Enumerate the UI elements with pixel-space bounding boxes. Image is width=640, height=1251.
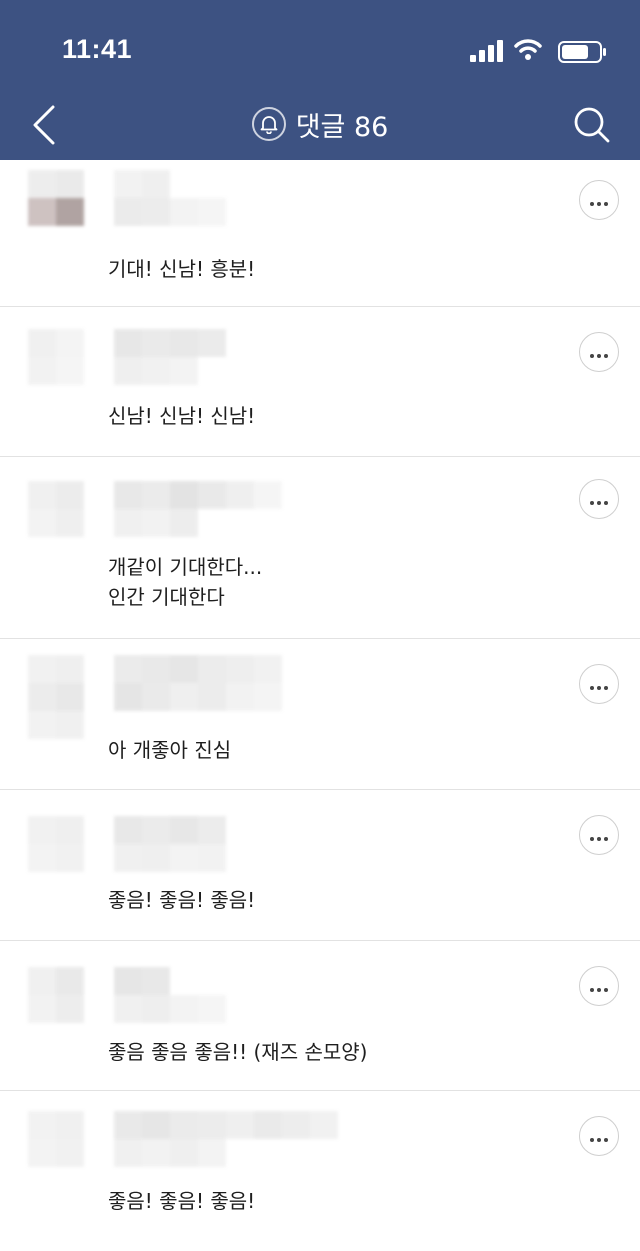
comment-item: 좋음 좋음 좋음!! (재즈 손모양) xyxy=(0,941,640,1091)
more-options-button[interactable] xyxy=(579,180,619,220)
more-horizontal-icon xyxy=(589,1127,610,1146)
status-time: 11:41 xyxy=(62,34,133,64)
header-bar: 11:41 댓글 86 xyxy=(0,0,640,160)
battery-icon xyxy=(558,41,606,63)
search-icon xyxy=(574,107,610,143)
more-horizontal-icon xyxy=(589,191,610,210)
comment-text: 좋음 좋음 좋음!! (재즈 손모양) xyxy=(108,1040,368,1064)
comment-text: 좋음! 좋음! 좋음! xyxy=(108,1189,256,1213)
comment-item: 좋음! 좋음! 좋음! xyxy=(0,1091,640,1251)
more-options-button[interactable] xyxy=(579,966,619,1006)
title-group: 댓글 86 xyxy=(0,95,640,153)
more-options-button[interactable] xyxy=(579,664,619,704)
wifi-icon xyxy=(514,39,542,60)
status-bar: 11:41 xyxy=(0,0,640,95)
comment-text: 신남! 신남! 신남! xyxy=(108,404,256,428)
more-horizontal-icon xyxy=(589,826,610,845)
comment-item: 아 개좋아 진심 xyxy=(0,639,640,790)
more-options-button[interactable] xyxy=(579,1116,619,1156)
more-options-button[interactable] xyxy=(579,815,619,855)
comment-text: 좋음! 좋음! 좋음! xyxy=(108,888,256,912)
more-horizontal-icon xyxy=(589,343,610,362)
comment-text: 개같이 기대한다... 인간 기대한다 xyxy=(108,555,263,609)
more-horizontal-icon xyxy=(589,977,610,996)
signal-icon xyxy=(470,40,503,62)
search-button[interactable] xyxy=(568,101,616,149)
more-options-button[interactable] xyxy=(579,332,619,372)
bell-icon[interactable] xyxy=(251,107,286,141)
more-options-button[interactable] xyxy=(579,479,619,519)
comment-item: 좋음! 좋음! 좋음! xyxy=(0,790,640,941)
bell-glyph xyxy=(260,116,278,134)
comment-item: 기대! 신남! 흥분! xyxy=(0,160,640,307)
comment-text: 기대! 신남! 흥분! xyxy=(108,257,256,281)
comment-item: 신남! 신남! 신남! xyxy=(0,307,640,457)
more-horizontal-icon xyxy=(589,490,610,509)
more-horizontal-icon xyxy=(589,675,610,694)
comment-item: 개같이 기대한다... 인간 기대한다 xyxy=(0,457,640,639)
nav-bar: 댓글 86 xyxy=(0,95,640,160)
comment-text: 아 개좋아 진심 xyxy=(108,738,232,762)
comment-list: 기대! 신남! 흥분! 신남! 신남! 신남! 개같이 기대한다... 인간 기… xyxy=(0,160,640,1251)
page-title: 댓글 86 xyxy=(295,111,389,143)
